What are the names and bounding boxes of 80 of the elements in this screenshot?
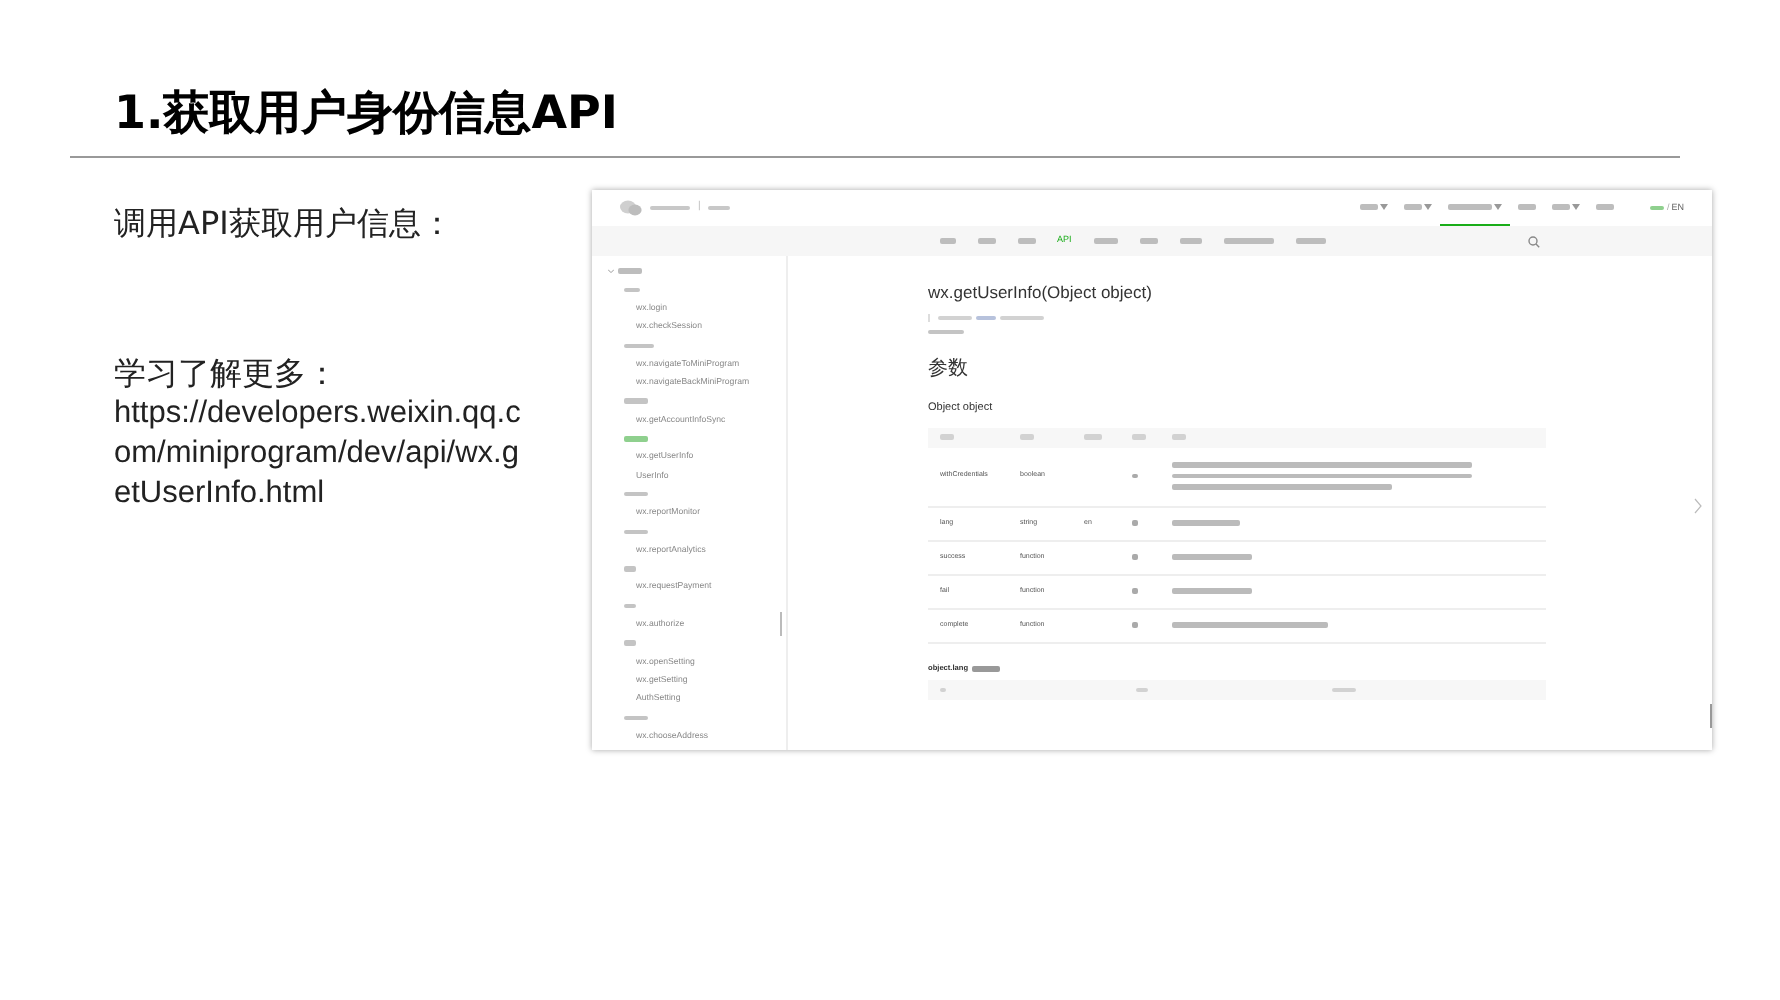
blurred-text-bar bbox=[1132, 622, 1138, 628]
blurred-text-bar bbox=[938, 315, 972, 320]
sidebar-group[interactable] bbox=[624, 529, 648, 535]
blurred-text-bar bbox=[650, 205, 690, 211]
blurred-text-bar bbox=[624, 398, 648, 404]
doc-tab[interactable] bbox=[1179, 238, 1202, 244]
blurred-text-bar bbox=[1596, 204, 1615, 210]
blurred-text-bar bbox=[939, 238, 955, 244]
blurred-text-bar bbox=[940, 687, 946, 693]
sidebar-group[interactable] bbox=[624, 343, 654, 349]
blurred-text-bar bbox=[1404, 204, 1423, 210]
blurred-text-bar bbox=[624, 436, 648, 442]
blurred-text-bar bbox=[1179, 238, 1202, 244]
blurred-text-bar bbox=[1448, 204, 1493, 210]
sidebar-group[interactable] bbox=[624, 436, 648, 442]
language-link[interactable] bbox=[1650, 205, 1665, 211]
blurred-text-bar bbox=[1295, 238, 1326, 244]
scrollbar[interactable] bbox=[1709, 704, 1712, 728]
search-icon[interactable] bbox=[1528, 235, 1540, 247]
blurred-text-bar bbox=[624, 343, 654, 349]
sidebar-group[interactable] bbox=[624, 715, 648, 721]
blurred-text-bar bbox=[1360, 204, 1379, 210]
blurred-text-bar bbox=[1132, 434, 1146, 440]
sidebar-section[interactable] bbox=[608, 268, 642, 275]
blurred-text-bar bbox=[976, 315, 996, 320]
intro-text: 调用API获取用户信息： bbox=[114, 202, 455, 246]
blurred-text-bar bbox=[1093, 238, 1118, 244]
blurred-text-bar bbox=[1172, 554, 1252, 560]
blurred-text-bar bbox=[1552, 204, 1571, 210]
doc-tab[interactable] bbox=[939, 238, 955, 244]
blurred-text-bar bbox=[1650, 205, 1665, 211]
blurred-text-bar bbox=[1132, 588, 1138, 594]
sidebar-group[interactable] bbox=[624, 603, 636, 609]
blurred-text-bar bbox=[1518, 204, 1537, 210]
doc-tab[interactable] bbox=[1017, 238, 1035, 244]
blurred-text-bar bbox=[624, 491, 648, 497]
sidebar-group[interactable] bbox=[624, 287, 640, 293]
blurred-text-bar bbox=[1136, 687, 1148, 693]
doc-tab[interactable] bbox=[1139, 238, 1158, 244]
doc-tab[interactable] bbox=[1093, 238, 1118, 244]
doc-tab[interactable] bbox=[977, 238, 995, 244]
blurred-text-bar bbox=[1172, 434, 1186, 440]
chevron-right-icon[interactable] bbox=[1694, 498, 1702, 514]
blurred-text-bar bbox=[708, 205, 731, 211]
blurred-text-bar bbox=[624, 287, 640, 293]
more-label: 学习了解更多： bbox=[114, 354, 340, 394]
blurred-text-bar bbox=[624, 529, 648, 535]
blurred-text-bar bbox=[972, 666, 1001, 672]
blurred-text-bar bbox=[624, 715, 648, 721]
blurred-text-bar bbox=[928, 329, 964, 335]
scrollbar[interactable] bbox=[780, 612, 782, 636]
blurred-text-bar bbox=[618, 268, 642, 274]
blurred-text-bar bbox=[624, 566, 636, 572]
blurred-text-bar bbox=[1172, 520, 1240, 526]
doc-url: https://developers.weixin.qq.com/miniprogram/dev/api/wx.getUserInfo.html bbox=[114, 394, 523, 514]
blurred-text-bar bbox=[1223, 238, 1274, 244]
blurred-text-bar bbox=[1132, 520, 1138, 526]
section-heading: 参数 bbox=[928, 358, 970, 383]
sidebar-group[interactable] bbox=[624, 640, 636, 646]
doc-tab[interactable] bbox=[1223, 238, 1274, 244]
blurred-text-bar bbox=[1139, 238, 1158, 244]
sidebar-group[interactable] bbox=[624, 491, 648, 497]
blurred-text-bar bbox=[1017, 238, 1035, 244]
blurred-text-bar bbox=[1020, 434, 1034, 440]
blurred-text-bar bbox=[1172, 588, 1252, 594]
blurred-text-bar bbox=[1084, 434, 1102, 440]
doc-tab[interactable] bbox=[1295, 238, 1326, 244]
blurred-text-bar bbox=[1132, 473, 1138, 479]
blurred-text-bar bbox=[1000, 315, 1044, 320]
sidebar-group[interactable] bbox=[624, 566, 636, 572]
slide-title: 1.获取用户身份信息API bbox=[114, 86, 618, 144]
blurred-text-bar bbox=[1332, 687, 1356, 693]
blurred-text-bar bbox=[1132, 554, 1138, 560]
sidebar-group[interactable] bbox=[624, 398, 648, 404]
chat-bubbles-icon bbox=[620, 200, 642, 216]
blurred-text-bar bbox=[977, 238, 995, 244]
blurred-text-bar bbox=[940, 434, 954, 440]
blurred-text-bar bbox=[624, 640, 636, 646]
blurred-text-bar bbox=[624, 603, 636, 609]
doc-title: wx.getUserInfo(Object object) bbox=[928, 280, 1154, 306]
